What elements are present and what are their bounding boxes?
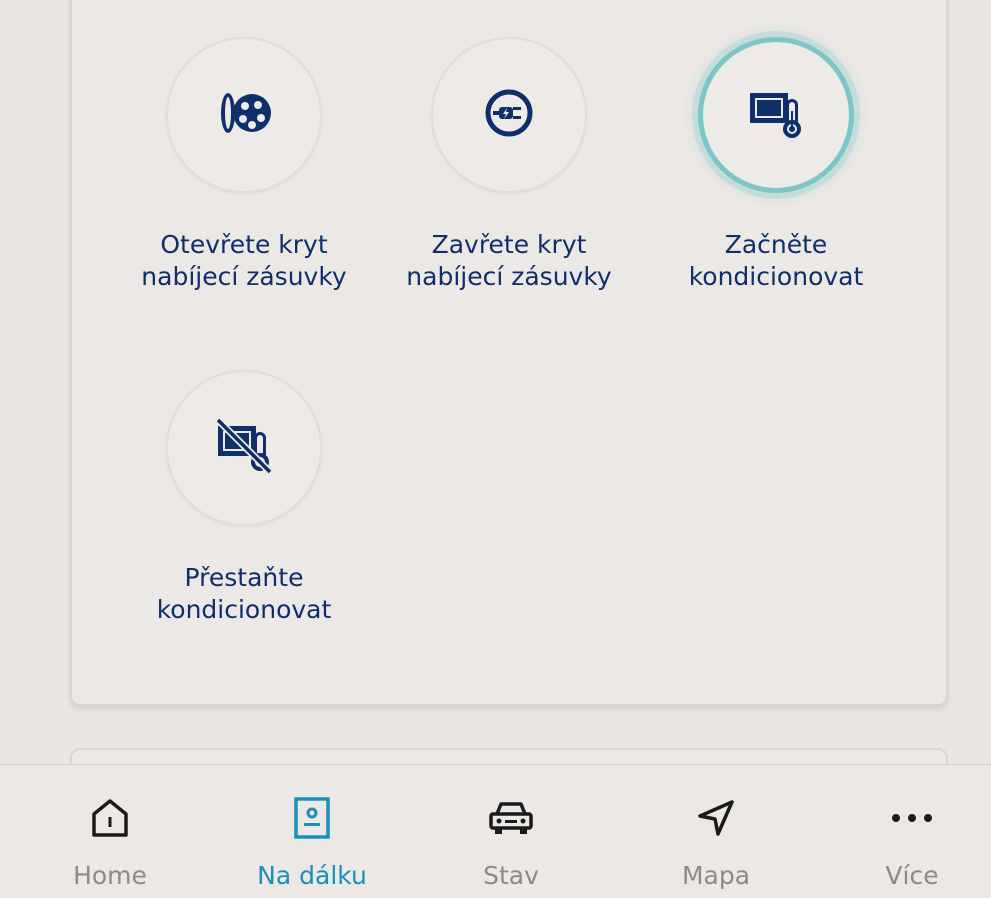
charge-port-open-icon bbox=[214, 88, 274, 142]
nav-item-home[interactable]: Home bbox=[35, 765, 185, 898]
nav-label: Mapa bbox=[681, 861, 751, 890]
nav-label: Více bbox=[885, 861, 939, 890]
climate-start-icon bbox=[746, 85, 806, 145]
close-charge-port-button[interactable] bbox=[431, 37, 587, 193]
nav-item-map[interactable]: Mapa bbox=[641, 765, 791, 898]
nav-item-status[interactable]: Stav bbox=[436, 765, 586, 898]
close-charge-port-action[interactable]: Zavřete kryt nabíjecí zásuvky bbox=[379, 37, 639, 293]
open-charge-port-action[interactable]: Otevřete kryt nabíjecí zásuvky bbox=[114, 37, 374, 293]
action-label: Přestaňte kondicionovat bbox=[156, 563, 332, 624]
stop-climate-button[interactable] bbox=[166, 370, 322, 526]
remote-icon bbox=[287, 793, 337, 843]
nav-label: Stav bbox=[483, 861, 539, 890]
nav-label: Home bbox=[73, 861, 147, 890]
stop-climate-action[interactable]: Přestaňte kondicionovat bbox=[114, 370, 374, 626]
action-label: Otevřete kryt nabíjecí zásuvky bbox=[141, 230, 347, 291]
action-label: Zavřete kryt nabíjecí zásuvky bbox=[406, 230, 612, 291]
start-climate-action[interactable]: Začněte kondicionovat bbox=[646, 37, 906, 293]
open-charge-port-button[interactable] bbox=[166, 37, 322, 193]
climate-stop-icon bbox=[214, 417, 274, 478]
charge-port-close-icon bbox=[484, 88, 534, 142]
nav-item-remote[interactable]: Na dálku bbox=[237, 765, 387, 898]
nav-label: Na dálku bbox=[257, 861, 367, 890]
car-icon bbox=[486, 793, 536, 843]
home-icon bbox=[85, 793, 135, 843]
more-dots-icon bbox=[887, 793, 937, 843]
start-climate-button[interactable] bbox=[698, 37, 854, 193]
action-label: Začněte kondicionovat bbox=[688, 230, 864, 291]
nav-item-more[interactable]: Více bbox=[837, 765, 987, 898]
navigation-arrow-icon bbox=[691, 793, 741, 843]
bottom-navigation: Home Na dálku Stav Mapa Více bbox=[0, 764, 991, 897]
